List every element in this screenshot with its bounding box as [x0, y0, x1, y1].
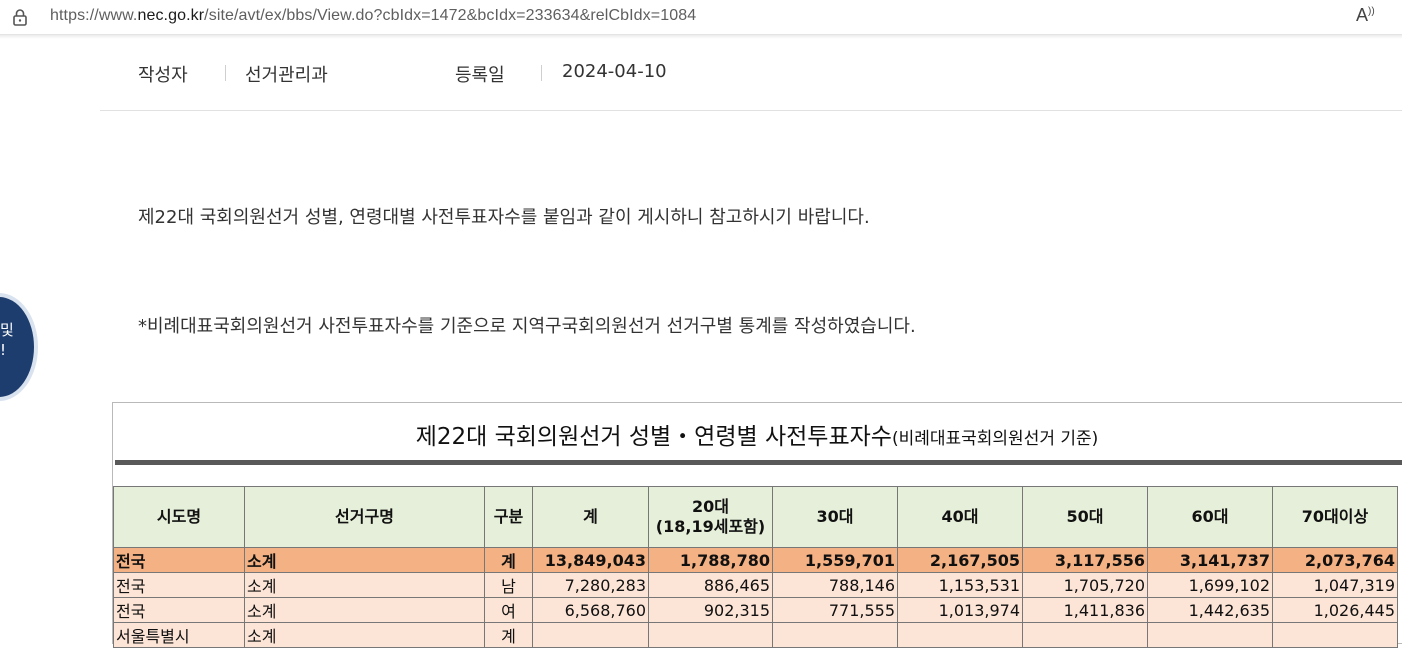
table-title-sub: (비례대표국회의원선거 기준): [891, 429, 1099, 449]
cell-age60: 1,699,102: [1147, 572, 1273, 598]
cell-category: 남: [484, 572, 533, 598]
cell-age50: [1022, 622, 1148, 648]
cell-total: 7,280,283: [532, 572, 649, 598]
reader-mode-sup: )): [1368, 6, 1375, 17]
body-paragraph-1: 제22대 국회의원선거 성별, 연령대별 사전투표자수를 붙임과 같이 게시하니…: [138, 207, 870, 228]
cell-district: 소계: [244, 597, 485, 623]
cell-age30: 771,555: [772, 597, 898, 623]
header-age30: 30대: [772, 486, 898, 548]
table-title: 제22대 국회의원선거 성별・연령별 사전투표자수(비례대표국회의원선거 기준): [113, 417, 1401, 451]
cell-age20: [648, 622, 773, 648]
cell-total: [532, 622, 649, 648]
cell-total: 6,568,760: [532, 597, 649, 623]
author-value: 선거관리과: [245, 65, 328, 86]
header-age20-line1: 20대: [692, 497, 729, 516]
cell-age50: 1,705,720: [1022, 572, 1148, 598]
url-host: nec.go.kr: [137, 7, 205, 24]
toolbar-shadow: [0, 35, 1402, 39]
cell-category: 계: [484, 622, 533, 648]
cell-age50: 3,117,556: [1022, 547, 1148, 573]
table-title-main: 제22대 국회의원선거 성별・연령별 사전투표자수: [415, 424, 892, 450]
badge-text-1: 및: [0, 321, 14, 339]
table-row: 전국 소계 여 6,568,760 902,315 771,555 1,013,…: [113, 597, 1398, 623]
cell-age70: [1272, 622, 1398, 648]
cell-region: 전국: [113, 597, 245, 623]
floating-badge[interactable]: 및 !: [0, 297, 34, 399]
cell-age20: 886,465: [648, 572, 773, 598]
cell-region: 전국: [113, 547, 245, 573]
table-row: 전국 소계 계 13,849,043 1,788,780 1,559,701 2…: [113, 547, 1398, 573]
cell-region: 전국: [113, 572, 245, 598]
stats-table: 시도명 선거구명 구분 계 20대 (18,19세포함) 30대 40대 50대 …: [113, 486, 1398, 648]
url-path: /site/avt/ex/bbs/View.do?cbIdx=1472&bcId…: [204, 7, 697, 24]
header-age20-line2: (18,19세포함): [655, 517, 766, 536]
header-region: 시도명: [113, 486, 245, 548]
table-row: 서울특별시 소계 계: [113, 622, 1398, 648]
cell-category: 여: [484, 597, 533, 623]
cell-district: 소계: [244, 547, 485, 573]
cell-category: 계: [484, 547, 533, 573]
table-row: 전국 소계 남 7,280,283 886,465 788,146 1,153,…: [113, 572, 1398, 598]
cell-district: 소계: [244, 572, 485, 598]
header-age20: 20대 (18,19세포함): [648, 486, 773, 548]
cell-age70: 1,026,445: [1272, 597, 1398, 623]
divider: [225, 65, 226, 81]
header-age70: 70대이상: [1272, 486, 1398, 548]
url-field[interactable]: https://www.nec.go.kr/site/avt/ex/bbs/Vi…: [50, 7, 696, 25]
author-label: 작성자: [138, 65, 188, 86]
header-total: 계: [532, 486, 649, 548]
cell-age50: 1,411,836: [1022, 597, 1148, 623]
cell-age70: 2,073,764: [1272, 547, 1398, 573]
post-meta: 작성자 선거관리과 등록일 2024-04-10: [100, 48, 1402, 111]
divider: [541, 65, 542, 81]
header-age40: 40대: [897, 486, 1023, 548]
table-header-row: 시도명 선거구명 구분 계 20대 (18,19세포함) 30대 40대 50대 …: [113, 486, 1398, 548]
cell-age60: [1147, 622, 1273, 648]
cell-age30: 788,146: [772, 572, 898, 598]
cell-age30: [772, 622, 898, 648]
cell-age40: 1,153,531: [897, 572, 1023, 598]
title-underline: [115, 460, 1402, 465]
header-age60: 60대: [1147, 486, 1273, 548]
address-bar[interactable]: https://www.nec.go.kr/site/avt/ex/bbs/Vi…: [0, 0, 1402, 35]
cell-region: 서울특별시: [113, 622, 245, 648]
reader-mode-label: A: [1356, 5, 1369, 25]
url-prefix: https://www.: [50, 7, 138, 24]
cell-age40: [897, 622, 1023, 648]
cell-age40: 2,167,505: [897, 547, 1023, 573]
badge-text-2: !: [0, 341, 7, 359]
date-value: 2024-04-10: [562, 61, 667, 82]
reader-mode-icon[interactable]: A)): [1356, 5, 1375, 26]
cell-district: 소계: [244, 622, 485, 648]
cell-age40: 1,013,974: [897, 597, 1023, 623]
body-paragraph-2: *비례대표국회의원선거 사전투표자수를 기준으로 지역구국회의원선거 선거구별 …: [138, 316, 916, 337]
cell-age20: 902,315: [648, 597, 773, 623]
header-district: 선거구명: [244, 486, 485, 548]
header-category: 구분: [484, 486, 533, 548]
cell-age20: 1,788,780: [648, 547, 773, 573]
cell-age70: 1,047,319: [1272, 572, 1398, 598]
cell-total: 13,849,043: [532, 547, 649, 573]
cell-age30: 1,559,701: [772, 547, 898, 573]
cell-age60: 3,141,737: [1147, 547, 1273, 573]
cell-age60: 1,442,635: [1147, 597, 1273, 623]
date-label: 등록일: [455, 65, 505, 86]
lock-icon[interactable]: [10, 7, 30, 27]
header-age50: 50대: [1022, 486, 1148, 548]
